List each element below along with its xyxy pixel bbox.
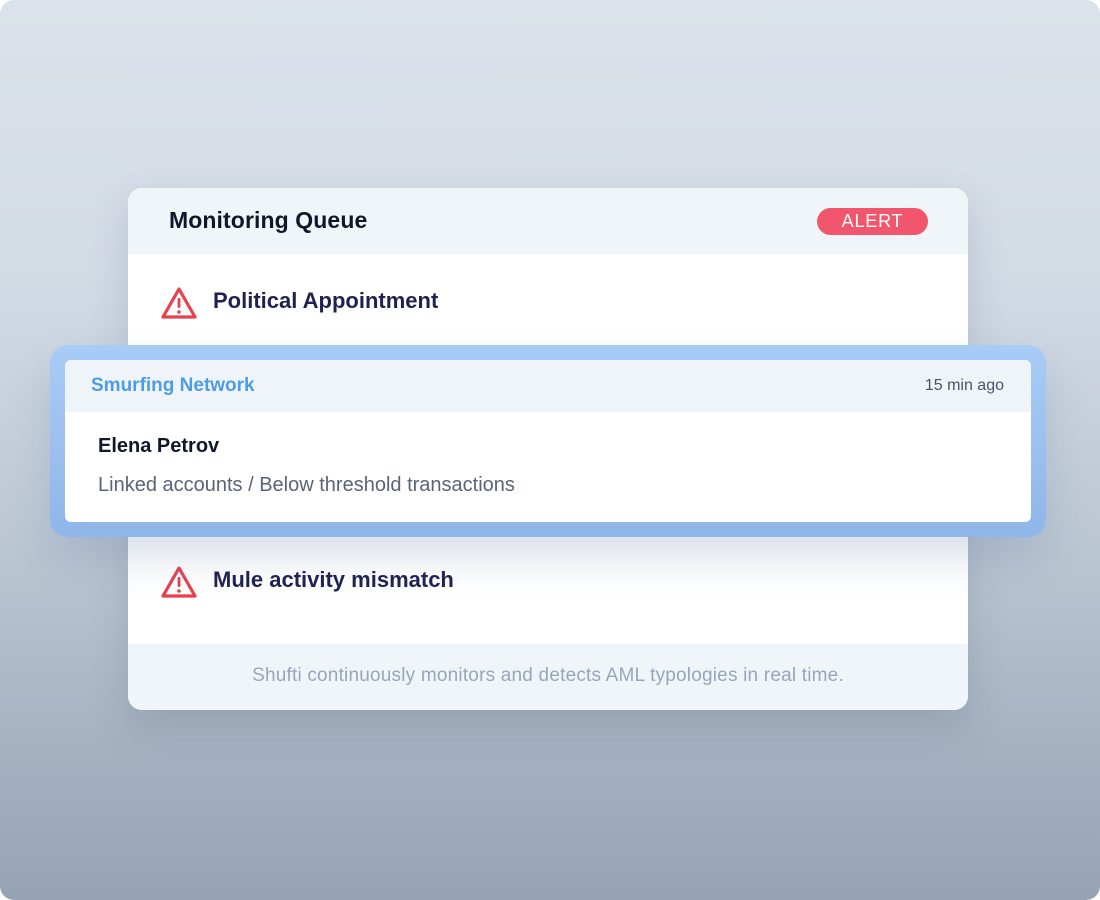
warning-icon — [161, 566, 197, 598]
subject-name: Elena Petrov — [98, 435, 220, 457]
alert-timestamp: 15 min ago — [924, 377, 1004, 394]
queue-item-label: Mule activity mismatch — [213, 567, 454, 592]
warning-icon — [161, 287, 197, 319]
card-header: Monitoring Queue ALERT — [128, 188, 968, 254]
highlighted-alert-header: Smurfing Network 15 min ago — [65, 360, 1031, 412]
queue-item-political-appointment[interactable]: Political Appointment — [128, 276, 968, 336]
card-title: Monitoring Queue — [169, 207, 368, 233]
queue-item-mule-activity[interactable]: Mule activity mismatch — [128, 555, 968, 615]
footer-text: Shufti continuously monitors and detects… — [252, 665, 844, 686]
alert-description: Linked accounts / Below threshold transa… — [98, 474, 515, 496]
highlighted-alert-frame: Smurfing Network 15 min ago Elena Petrov… — [50, 345, 1046, 537]
alert-badge: ALERT — [817, 208, 928, 235]
alert-category: Smurfing Network — [91, 375, 255, 396]
queue-item-label: Political Appointment — [213, 288, 439, 313]
card-footer: Shufti continuously monitors and detects… — [128, 644, 968, 710]
background-canvas: Monitoring Queue ALERT Political Appoint… — [0, 0, 1100, 900]
highlighted-alert-card[interactable]: Smurfing Network 15 min ago Elena Petrov… — [65, 360, 1031, 522]
